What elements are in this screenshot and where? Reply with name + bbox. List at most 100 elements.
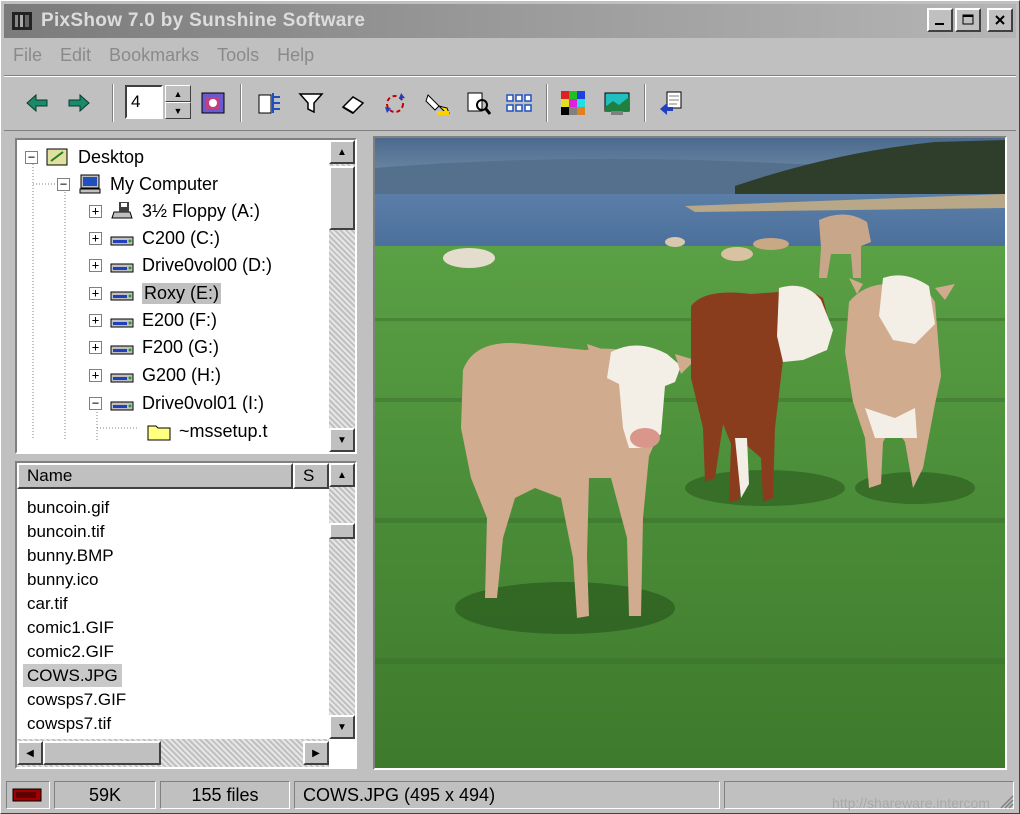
scroll-down-button[interactable]: ▼ [329,428,355,452]
file-item-selected[interactable]: COWS.JPG [23,664,122,687]
file-item[interactable]: cowsps7.GIF [23,688,130,711]
battery-icon [12,788,42,802]
menu-tools[interactable]: Tools [208,45,268,66]
tree-label: F200 (G:) [142,336,220,357]
status-file-count: 155 files [160,781,290,809]
scroll-left-button[interactable]: ◀ [17,741,43,765]
menu-bookmarks[interactable]: Bookmarks [100,45,208,66]
collapse-icon[interactable]: − [89,396,102,410]
file-item[interactable]: car.tif [23,592,72,615]
scroll-thumb[interactable] [329,523,355,539]
slideshow-icon[interactable] [198,88,228,118]
hard-drive-icon [108,309,136,331]
file-list[interactable]: Name S buncoin.gif buncoin.tif bunny.BMP… [15,461,357,769]
find-image-icon[interactable] [464,88,494,118]
tree-label: Desktop [78,146,145,167]
file-list-hscrollbar[interactable]: ◀ ▶ [17,739,329,767]
image-viewer[interactable] [373,136,1007,770]
menu-file[interactable]: File [4,45,51,66]
tree-item-drive[interactable]: + G200 (H:) [89,362,221,388]
title-bar[interactable]: PixShow 7.0 by Sunshine Software [4,4,1016,38]
expand-icon[interactable]: + [89,313,102,327]
tree-item-drive[interactable]: + Roxy (E:) [89,280,222,306]
computer-icon [76,173,104,195]
tree-item-drive[interactable]: + Drive0vol00 (D:) [89,252,272,278]
tree-item-drive[interactable]: + E200 (F:) [89,307,217,333]
size-column-header[interactable]: S [293,463,329,489]
expand-icon[interactable]: + [89,204,102,218]
export-icon[interactable] [656,88,686,118]
spin-up-button[interactable]: ▲ [165,85,191,102]
minimize-button[interactable] [927,8,953,32]
file-item[interactable]: comic1.GIF [23,616,118,639]
properties-icon[interactable] [254,88,284,118]
app-window: PixShow 7.0 by Sunshine Software File Ed… [0,0,1020,814]
resize-grip-icon[interactable] [998,793,1014,809]
maximize-button[interactable] [955,8,981,32]
file-item[interactable]: comic2.GIF [23,640,118,663]
tree-item-desktop[interactable]: − Desktop [25,144,144,170]
app-icon[interactable] [9,8,35,34]
expand-icon[interactable]: + [89,286,102,300]
expand-icon[interactable]: + [89,368,102,382]
cows-photo [375,138,1005,768]
file-list-vscrollbar[interactable]: ▲ ▼ [329,463,355,739]
tree-item-my-computer[interactable]: − My Computer [57,171,218,197]
spin-input[interactable]: 4 [125,85,163,119]
status-file-info: COWS.JPG (495 x 494) [294,781,720,809]
collapse-icon[interactable]: − [57,177,70,191]
file-item[interactable]: bunny.ico [23,568,103,591]
tree-item-drive[interactable]: + 3½ Floppy (A:) [89,198,260,224]
eraser-icon[interactable] [338,88,368,118]
file-item[interactable]: bunny.BMP [23,544,118,567]
status-indicator [6,781,50,809]
menu-edit[interactable]: Edit [51,45,100,66]
scroll-up-button[interactable]: ▲ [329,140,355,164]
status-size: 59K [54,781,156,809]
expand-icon[interactable]: + [89,231,102,245]
tree-label: Roxy (E:) [142,282,222,304]
menu-help[interactable]: Help [268,45,323,66]
name-column-header[interactable]: Name [17,463,293,489]
window-title: PixShow 7.0 by Sunshine Software [41,10,366,31]
desktop-icon [44,146,72,168]
file-item[interactable]: buncoin.gif [23,496,113,519]
status-bar: 59K 155 files COWS.JPG (495 x 494) http:… [4,779,1016,811]
scroll-thumb[interactable] [43,741,161,765]
hard-drive-icon [108,254,136,276]
watermark: http://shareware.intercom [832,795,990,811]
filter-icon[interactable] [296,88,326,118]
expand-icon[interactable]: + [89,258,102,272]
color-palette-icon[interactable] [558,88,588,118]
back-arrow-icon[interactable] [22,88,52,118]
spin-buttons: ▲ ▼ [165,85,191,119]
tree-scrollbar[interactable]: ▲ ▼ [329,140,355,452]
highlighter-icon[interactable] [422,88,452,118]
scroll-thumb[interactable] [329,166,355,230]
close-button[interactable] [987,8,1013,32]
rotate-icon[interactable] [380,88,410,118]
file-item[interactable]: cowsps7.tif [23,712,115,735]
expand-icon[interactable]: + [89,340,102,354]
tree-item-drive[interactable]: − Drive0vol01 (I:) [89,390,264,416]
forward-arrow-icon[interactable] [64,88,94,118]
set-wallpaper-icon[interactable] [602,88,632,118]
spin-down-button[interactable]: ▼ [165,102,191,119]
hard-drive-icon [108,282,136,304]
hard-drive-icon [108,364,136,386]
tree-label: C200 (C:) [142,227,221,248]
scroll-up-button[interactable]: ▲ [329,463,355,487]
tree-item-drive[interactable]: + C200 (C:) [89,225,220,251]
tree-label: Drive0vol01 (I:) [142,392,265,413]
file-item[interactable]: buncoin.tif [23,520,109,543]
thumbnails-icon[interactable] [504,88,534,118]
scroll-right-button[interactable]: ▶ [303,741,329,765]
scroll-down-button[interactable]: ▼ [329,715,355,739]
folder-tree[interactable]: − Desktop − My Computer + 3½ Floppy (A:)… [15,138,357,454]
tree-label: ~mssetup.t [179,420,268,441]
collapse-icon[interactable]: − [25,150,38,164]
tree-item-folder[interactable]: ~mssetup.t [145,418,268,444]
tree-label: My Computer [110,173,219,194]
tree-item-drive[interactable]: + F200 (G:) [89,334,219,360]
hard-drive-icon [108,392,136,414]
